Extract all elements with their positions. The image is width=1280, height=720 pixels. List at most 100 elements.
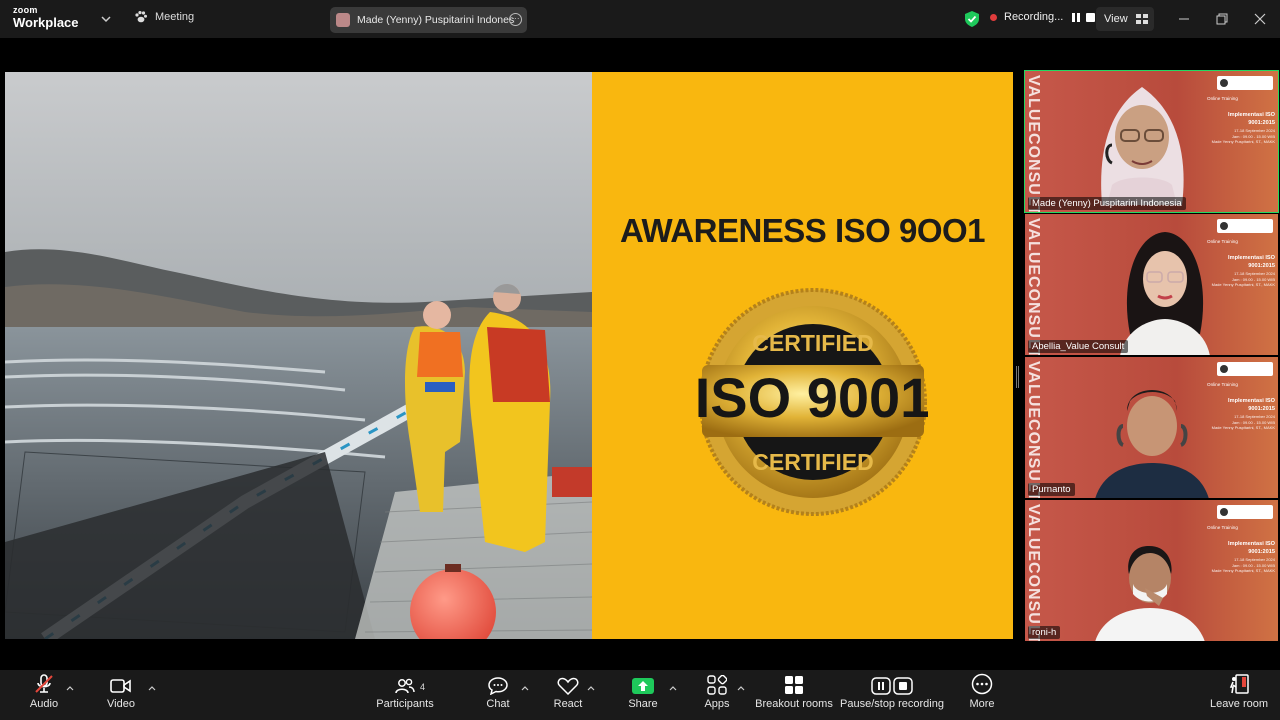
slide-title: AWARENESS ISO 9OO1	[619, 212, 986, 249]
participant-name: Made (Yenny) Puspitarini Indonesia	[1028, 197, 1186, 210]
video-camera-icon	[110, 679, 131, 693]
chat-label: Chat	[486, 698, 510, 710]
leave-room-icon	[1229, 674, 1249, 694]
participants-button[interactable]: Participants	[375, 670, 435, 720]
brand-badge	[1217, 219, 1273, 233]
recording-indicator[interactable]: Recording...	[990, 11, 1096, 23]
poster-online-training: Online Training	[1207, 96, 1238, 101]
share-screen-icon	[632, 678, 654, 694]
apps-label: Apps	[704, 698, 730, 710]
background-brand-text: VALUECONSULT	[1025, 361, 1042, 498]
background-poster: Online Training Implementasi ISO 9001:20…	[1205, 362, 1275, 431]
muted-mic-icon	[35, 674, 53, 693]
leave-room-label: Leave room	[1209, 698, 1269, 710]
video-button[interactable]: Video	[101, 670, 141, 720]
more-options-icon	[971, 673, 993, 695]
more-label: More	[969, 698, 995, 710]
participant-tile[interactable]: VALUECONSULT Online Training Implementas…	[1025, 500, 1278, 641]
close-icon	[1254, 13, 1266, 25]
chevron-up-icon[interactable]	[586, 684, 596, 692]
restore-icon	[1216, 13, 1228, 25]
audio-button[interactable]: Audio	[24, 670, 64, 720]
heart-icon	[557, 677, 579, 695]
pause-stop-recording-icon	[871, 677, 913, 695]
active-speaker-pill[interactable]: Made (Yenny) Puspitarini Indonesia ···	[330, 7, 527, 33]
minimize-button[interactable]	[1174, 9, 1194, 29]
participant-name: Abellia_Value Consult	[1028, 340, 1129, 353]
apps-icon	[707, 675, 727, 695]
chevron-up-icon[interactable]	[668, 684, 678, 692]
react-label: React	[553, 698, 583, 710]
maximize-button[interactable]	[1212, 9, 1232, 29]
apps-button[interactable]: Apps	[697, 670, 737, 720]
participant-video	[1095, 390, 1209, 498]
participant-tile[interactable]: VALUECONSULT Online Training Implementas…	[1025, 214, 1278, 355]
chevron-up-icon[interactable]	[65, 684, 75, 692]
participant-name-text: Abellia_Value Consult	[1032, 341, 1125, 352]
pause-stop-recording-button[interactable]: Pause/stop recording	[840, 670, 944, 720]
chevron-up-icon[interactable]	[147, 684, 157, 692]
seal-bottom-text: CERTIFIED	[752, 449, 873, 475]
more-options-icon[interactable]: ···	[509, 13, 522, 26]
chevron-up-icon[interactable]	[736, 684, 746, 692]
minimize-icon	[1179, 18, 1189, 20]
brand-badge	[1217, 76, 1273, 90]
breakout-rooms-button[interactable]: Breakout rooms	[755, 670, 833, 720]
logo-line1: zoom	[13, 5, 38, 15]
video-label: Video	[107, 698, 135, 710]
share-button[interactable]: Share	[623, 670, 663, 720]
speaker-avatar	[336, 13, 350, 27]
participants-count: 4	[420, 682, 426, 692]
participant-name: roni-h	[1028, 626, 1061, 639]
participant-tile[interactable]: VALUECONSULT Online Training Implementas…	[1025, 357, 1278, 498]
certified-seal-image: ISO 9001 CERTIFIED CERTIFIED	[698, 288, 928, 516]
audio-label: Audio	[29, 698, 59, 710]
participants-label: Participants	[376, 698, 434, 710]
gallery-resize-handle[interactable]	[1016, 366, 1019, 388]
brand-badge	[1217, 362, 1273, 376]
recording-dot-icon	[990, 13, 997, 21]
view-button[interactable]: View	[1096, 7, 1154, 31]
participant-video	[1120, 232, 1210, 355]
react-button[interactable]: React	[548, 670, 588, 720]
background-brand-text: VALUECONSULT	[1025, 218, 1042, 355]
breakout-rooms-icon	[785, 676, 803, 694]
chat-button[interactable]: Chat	[478, 670, 518, 720]
pause-icon[interactable]	[1072, 12, 1081, 22]
share-label: Share	[628, 698, 658, 710]
zoom-logo[interactable]: zoom Workplace	[13, 5, 79, 30]
seal-top-text: CERTIFIED	[752, 330, 873, 356]
top-bar: zoom Workplace Meeting Made (Yenny) Pusp…	[0, 0, 1280, 38]
chevron-down-icon[interactable]	[100, 13, 112, 25]
logo-line2: Workplace	[13, 15, 79, 30]
poster-trainer: Made Yenny Puspitarini, ST., MAKK	[1211, 425, 1275, 431]
background-brand-text: VALUECONSULT	[1025, 504, 1042, 641]
zoom-window: zoom Workplace Meeting Made (Yenny) Pusp…	[0, 0, 1280, 720]
presentation-slide: AWARENESS ISO 9OO1 ISO 9001 CERTIFIED CE…	[592, 72, 1013, 639]
recording-label: Recording...	[1004, 11, 1064, 23]
background-poster: Online Training Implementasi ISO 9001:20…	[1205, 76, 1275, 145]
brand-badge	[1217, 505, 1273, 519]
pause-stop-recording-label: Pause/stop recording	[840, 698, 944, 710]
meeting-info-button[interactable]: Meeting	[134, 10, 194, 24]
poster-online-training: Online Training	[1207, 525, 1238, 530]
stop-icon[interactable]	[1086, 12, 1096, 22]
security-shield-icon[interactable]	[965, 11, 979, 27]
view-label: View	[1104, 13, 1128, 25]
leave-room-button[interactable]: Leave room	[1209, 670, 1269, 720]
poster-program: Implementasi ISO 9001:2015	[1228, 398, 1275, 413]
grid-view-icon	[1135, 14, 1148, 24]
breakout-rooms-label: Breakout rooms	[755, 698, 833, 710]
participant-video	[1101, 87, 1184, 205]
close-button[interactable]	[1250, 9, 1270, 29]
participant-tile[interactable]: VALUECONSULT Online Training Implementas…	[1024, 70, 1279, 213]
shared-screen[interactable]: AWARENESS ISO 9OO1 ISO 9001 CERTIFIED CE…	[5, 72, 1013, 639]
meeting-label: Meeting	[155, 11, 195, 23]
poster-online-training: Online Training	[1207, 382, 1238, 387]
poster-program: Implementasi ISO 9001:2015	[1228, 112, 1275, 127]
active-speaker-name: Made (Yenny) Puspitarini Indonesia	[357, 14, 515, 26]
more-button[interactable]: More	[962, 670, 1002, 720]
chat-bubble-icon	[488, 677, 508, 695]
chevron-up-icon[interactable]	[520, 684, 530, 692]
meeting-toolbar: Audio Video Participants 4 Chat React Sh…	[0, 670, 1280, 720]
